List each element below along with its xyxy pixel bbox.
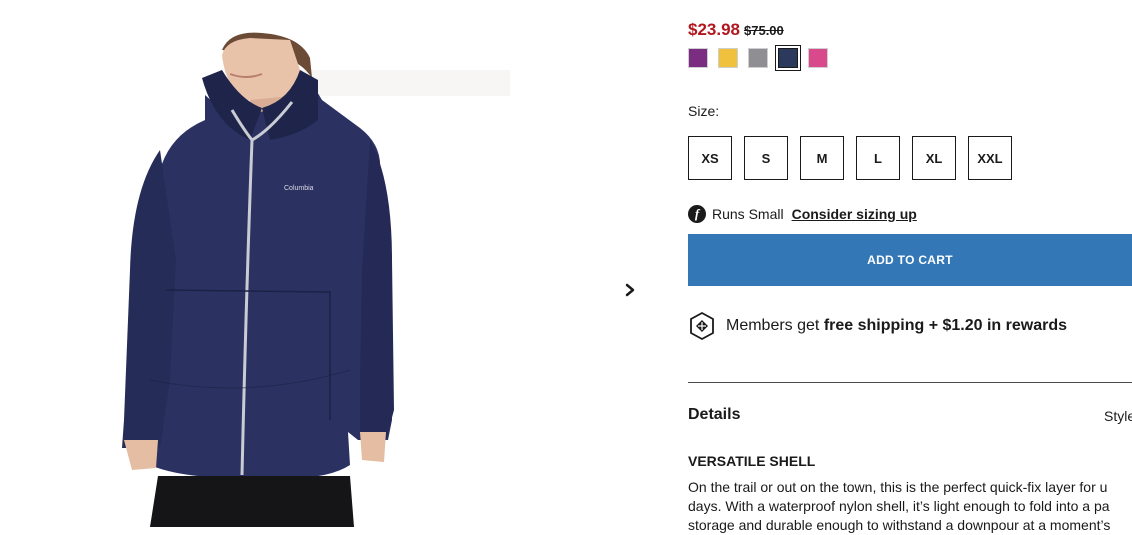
size-option-xs[interactable]: XS — [688, 136, 732, 180]
members-highlight: free shipping + $1.20 in rewards — [823, 317, 1068, 334]
size-option-m[interactable]: M — [800, 136, 844, 180]
size-option-s[interactable]: S — [744, 136, 788, 180]
feature-title: VERSATILE SHELL — [688, 453, 816, 469]
color-swatch-grey[interactable] — [748, 48, 768, 68]
next-image-button[interactable] — [616, 276, 644, 304]
color-swatch-purple[interactable] — [688, 48, 708, 68]
color-swatch-pink[interactable] — [808, 48, 828, 68]
columbia-rewards-icon — [690, 311, 714, 341]
sale-price: $23.98 — [688, 20, 740, 39]
feature-line: days. With a waterproof nylon shell, it’… — [688, 498, 1110, 514]
members-text: Members get — [726, 317, 824, 334]
size-option-xl[interactable]: XL — [912, 136, 956, 180]
color-swatches — [688, 45, 828, 71]
chevron-right-icon — [625, 283, 635, 297]
style-label: Style — [1104, 408, 1132, 424]
feature-description: On the trail or out on the town, this is… — [688, 478, 1132, 535]
feature-line: On the trail or out on the town, this is… — [688, 479, 1108, 495]
size-label: Size: — [688, 103, 720, 119]
members-banner: Members get free shipping + $1.20 in rew… — [688, 311, 1067, 341]
product-gallery: Columbia — [0, 0, 660, 527]
jacket-logo: Columbia — [284, 185, 314, 192]
fit-predictor: f Runs Small Consider sizing up — [688, 205, 917, 223]
sizing-link[interactable]: Consider sizing up — [792, 206, 917, 222]
fit-predictor-icon: f — [688, 205, 706, 223]
size-options: XS S M L XL XXL — [688, 136, 1012, 180]
product-image[interactable]: Columbia — [0, 0, 660, 527]
original-price: $75.00 — [744, 23, 784, 38]
feature-line: storage and durable enough to withstand … — [688, 517, 1111, 533]
price-row: $23.98 $75.00 — [688, 20, 784, 40]
section-divider — [688, 382, 1132, 383]
add-to-cart-button[interactable]: ADD TO CART — [688, 234, 1132, 286]
fit-text: Runs Small — [712, 206, 784, 222]
size-option-l[interactable]: L — [856, 136, 900, 180]
details-tab[interactable]: Details — [688, 406, 740, 424]
color-swatch-navy[interactable] — [775, 45, 801, 71]
size-option-xxl[interactable]: XXL — [968, 136, 1012, 180]
color-swatch-yellow[interactable] — [718, 48, 738, 68]
